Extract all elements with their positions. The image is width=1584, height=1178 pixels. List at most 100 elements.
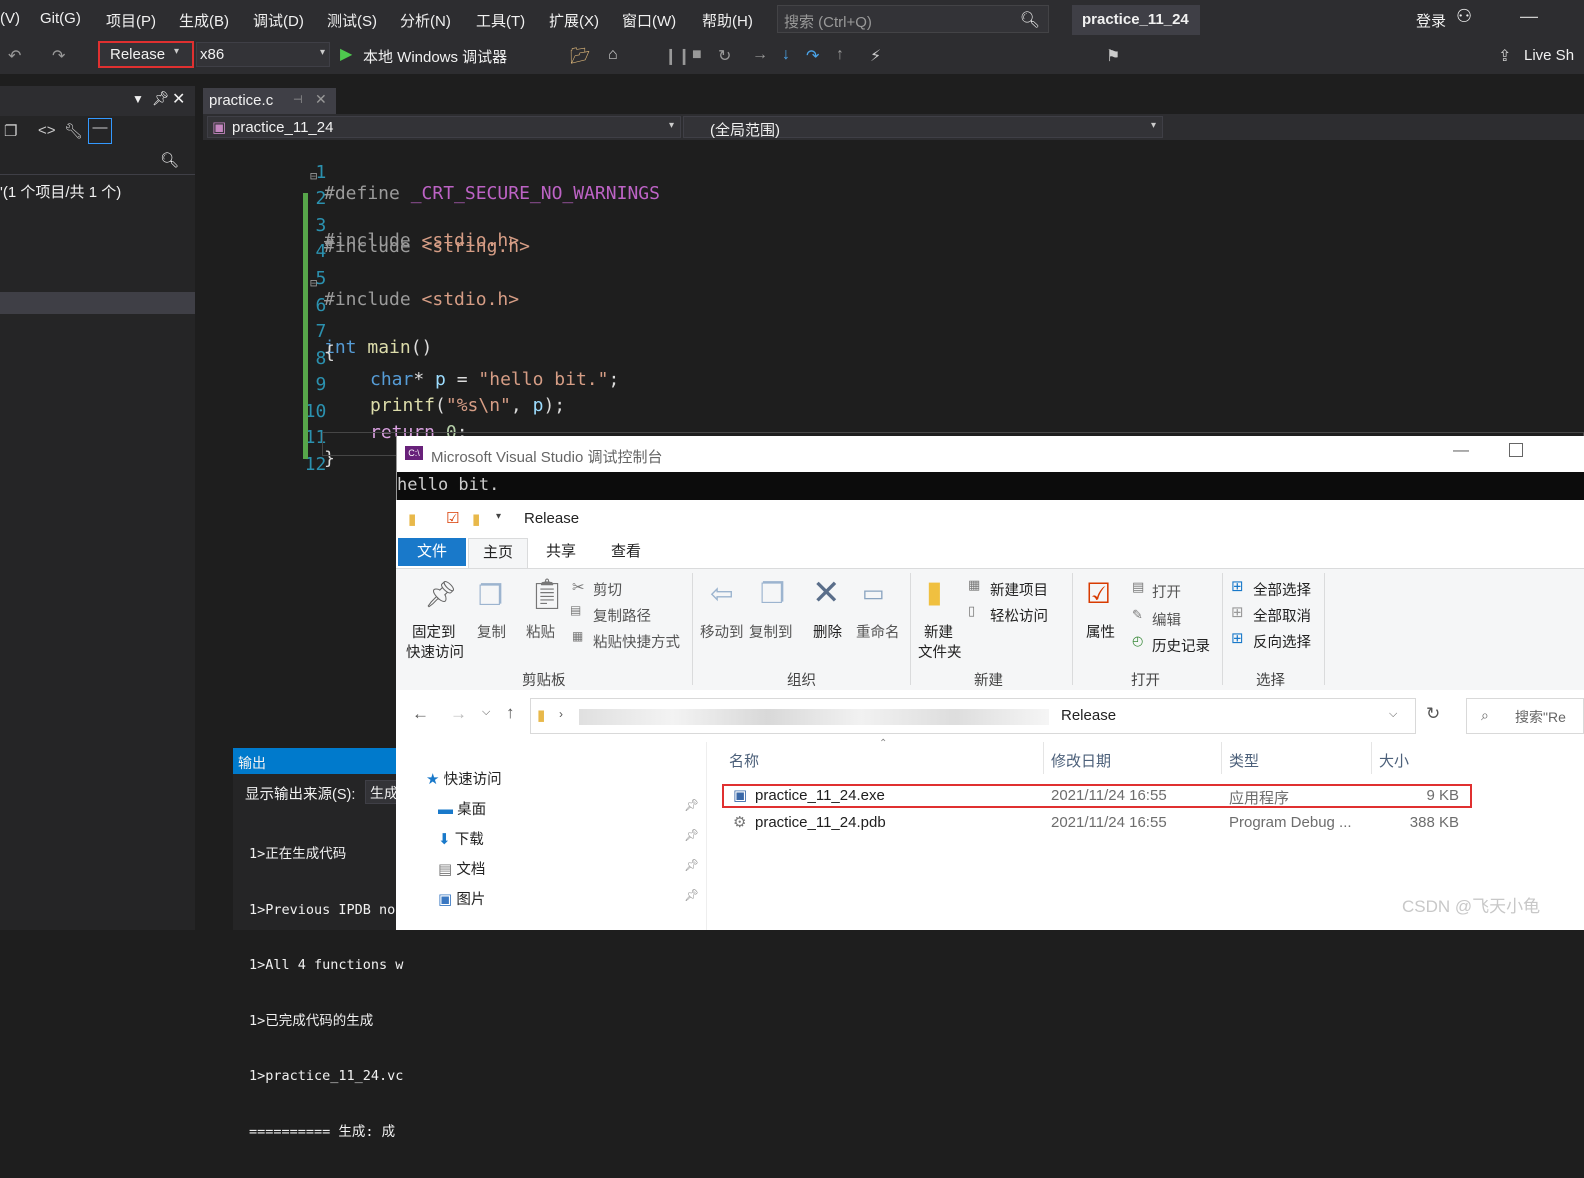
- file-row[interactable]: ⚙ practice_11_24.pdb 2021/11/24 16:55 Pr…: [707, 812, 1584, 836]
- menu-extensions[interactable]: 扩展(X): [549, 10, 599, 31]
- select-all-icon[interactable]: ⊞: [1231, 577, 1244, 595]
- hot-reload-icon[interactable]: ⚡︎: [870, 46, 881, 66]
- pin-icon[interactable]: 📌︎: [152, 90, 170, 107]
- open-folder-icon[interactable]: 📂︎: [570, 46, 590, 66]
- easy-access-icon[interactable]: ▯: [968, 603, 975, 619]
- tab-view[interactable]: 查看: [611, 538, 641, 566]
- nav-item-quick-access[interactable]: ★ 快速访问: [426, 768, 502, 789]
- collapse-icon[interactable]: ⊟: [310, 276, 317, 290]
- pin-quick-access-label[interactable]: 固定到: [412, 621, 456, 642]
- maximize-icon[interactable]: [1509, 443, 1523, 457]
- pin-icon[interactable]: ⊣: [293, 93, 303, 106]
- properties-check-icon[interactable]: ☑: [446, 509, 459, 527]
- menu-build[interactable]: 生成(B): [179, 10, 229, 31]
- column-divider[interactable]: [1221, 742, 1222, 774]
- configuration-dropdown[interactable]: Release ▾: [98, 41, 194, 68]
- new-folder-button[interactable]: 新建: [924, 621, 953, 642]
- back-icon[interactable]: ←: [412, 704, 429, 724]
- bookmark-icon[interactable]: ⚑: [1106, 46, 1120, 66]
- paste-button[interactable]: 粘贴: [526, 621, 555, 642]
- platform-dropdown[interactable]: x86 ▾: [196, 42, 330, 67]
- menu-window[interactable]: 窗口(W): [622, 10, 676, 31]
- select-none-button[interactable]: 全部取消: [1253, 605, 1311, 626]
- pin-icon[interactable]: 📌︎: [684, 888, 699, 902]
- forward-icon[interactable]: →: [450, 704, 467, 724]
- address-bar[interactable]: ▮ › Release ⌵: [530, 698, 1416, 734]
- tab-file[interactable]: 文件: [398, 538, 466, 566]
- new-item-icon[interactable]: ▦: [968, 577, 980, 593]
- show-next-icon[interactable]: →: [752, 46, 768, 64]
- live-share-button[interactable]: Live Sh: [1524, 47, 1574, 64]
- paste-shortcut-icon[interactable]: ▦: [572, 629, 583, 643]
- history-button[interactable]: 历史记录: [1152, 635, 1210, 656]
- chevron-down-icon[interactable]: ⌵: [1389, 708, 1397, 721]
- nav-item-pictures[interactable]: ▣ 图片: [438, 888, 485, 909]
- explorer-search-input[interactable]: ⌕ 搜索"Re: [1466, 698, 1584, 734]
- nav-item-documents[interactable]: ▤ 文档: [438, 858, 485, 879]
- undo-icon[interactable]: ↶: [8, 46, 21, 66]
- minimize-icon[interactable]: —: [1520, 6, 1538, 27]
- pin-icon[interactable]: 📌︎: [424, 579, 457, 610]
- tab-practice-c[interactable]: practice.c ⊣ ✕: [203, 88, 336, 114]
- open-button[interactable]: 打开: [1152, 581, 1181, 602]
- nav-item-desktop[interactable]: ▬ 桌面: [438, 798, 486, 819]
- pin-icon[interactable]: 📌︎: [684, 828, 699, 842]
- sync-icon[interactable]: ❐: [4, 122, 17, 140]
- tab-share[interactable]: 共享: [546, 538, 576, 566]
- search-input[interactable]: 搜索 (Ctrl+Q) 🔍︎: [777, 5, 1049, 33]
- chevron-down-icon[interactable]: ▾: [496, 511, 501, 522]
- copy-path-button[interactable]: 复制路径: [593, 605, 651, 626]
- menu-help[interactable]: 帮助(H): [702, 10, 753, 31]
- pause-icon[interactable]: ❙❙: [664, 46, 691, 66]
- new-folder-button-2[interactable]: 文件夹: [918, 641, 962, 662]
- collapse-icon[interactable]: ⊟: [310, 169, 317, 183]
- move-to-button[interactable]: 移动到: [700, 621, 744, 642]
- redo-icon[interactable]: ↷: [52, 46, 65, 66]
- menu-tools[interactable]: 工具(T): [476, 10, 525, 31]
- column-size[interactable]: 大小: [1379, 750, 1409, 771]
- column-divider[interactable]: [1043, 742, 1044, 774]
- rename-button[interactable]: 重命名: [856, 621, 900, 642]
- project-dropdown[interactable]: ▣ practice_11_24 ▾: [207, 116, 681, 138]
- scissors-icon[interactable]: ✂: [572, 578, 585, 596]
- home-icon[interactable]: ⌂: [608, 46, 618, 64]
- column-name[interactable]: 名称: [729, 750, 759, 771]
- pin-quick-access-label-2[interactable]: 快速访问: [406, 641, 464, 662]
- step-out-icon[interactable]: ↑: [836, 46, 844, 64]
- recent-locations-icon[interactable]: ⌵: [482, 706, 490, 719]
- open-icon[interactable]: ▤: [1132, 579, 1144, 595]
- file-row[interactable]: ▣ practice_11_24.exe 2021/11/24 16:55 应用…: [707, 785, 1584, 809]
- copy-button[interactable]: 复制: [477, 621, 506, 642]
- move-to-icon[interactable]: ⇦: [710, 577, 733, 610]
- nav-item-downloads[interactable]: ⬇︎ 下载: [438, 828, 484, 849]
- close-icon[interactable]: ✕: [315, 91, 327, 108]
- user-icon[interactable]: ⚇: [1456, 6, 1472, 27]
- new-item-button[interactable]: 新建项目: [990, 579, 1048, 600]
- column-date[interactable]: 修改日期: [1051, 750, 1111, 771]
- collapse-icon[interactable]: —: [88, 118, 112, 144]
- pin-icon[interactable]: 📌︎: [684, 798, 699, 812]
- wrench-icon[interactable]: 🔧︎: [64, 122, 83, 140]
- menu-view[interactable]: (V): [0, 10, 20, 27]
- restart-icon[interactable]: ↻: [718, 46, 731, 66]
- edit-icon[interactable]: ✎: [1132, 607, 1143, 623]
- refresh-icon[interactable]: ↻: [1426, 704, 1440, 724]
- stop-icon[interactable]: ■: [692, 46, 702, 64]
- invert-selection-icon[interactable]: ⊞: [1231, 629, 1244, 647]
- menu-debug[interactable]: 调试(D): [253, 10, 304, 31]
- column-type[interactable]: 类型: [1229, 750, 1259, 771]
- close-icon[interactable]: ✕: [172, 89, 185, 109]
- properties-icon[interactable]: ☑: [1086, 577, 1111, 610]
- share-icon[interactable]: ⇪: [1498, 46, 1511, 66]
- solution-search-input[interactable]: 🔍︎: [0, 148, 195, 175]
- play-icon[interactable]: ▶: [340, 44, 352, 64]
- delete-icon[interactable]: ✕: [812, 573, 841, 613]
- panel-dropdown-icon[interactable]: ▼: [132, 92, 144, 106]
- history-icon[interactable]: ◴: [1132, 633, 1143, 649]
- column-divider[interactable]: [1371, 742, 1372, 774]
- step-over-icon[interactable]: ↷: [806, 46, 819, 66]
- login-link[interactable]: 登录: [1416, 10, 1446, 31]
- selected-tree-row[interactable]: [0, 292, 195, 314]
- select-none-icon[interactable]: ⊞: [1231, 603, 1244, 621]
- copy-to-icon[interactable]: ❐: [760, 577, 785, 610]
